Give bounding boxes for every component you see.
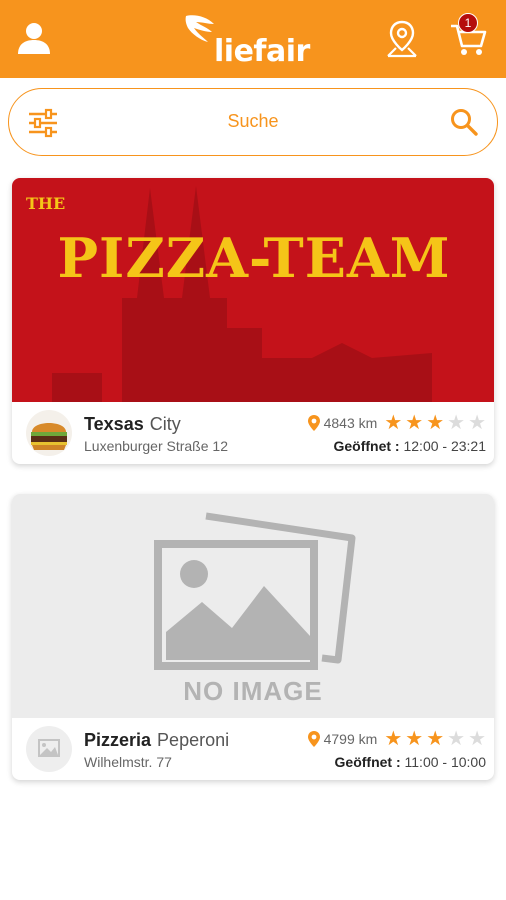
opening-hours: Geöffnet : 12:00 - 23:21 <box>333 438 486 454</box>
location-pin-icon <box>307 415 320 431</box>
distance-text: 4799 km <box>323 731 378 747</box>
star-icon-filled: ★ <box>384 728 403 750</box>
distance-rating-row: 4799 km ★ ★ ★ ★ ★ <box>307 729 486 749</box>
top-app-bar: liefair 1 <box>0 0 506 78</box>
cathedral-silhouette <box>52 186 432 402</box>
restaurant-name-light: City <box>149 414 181 434</box>
star-icon-empty: ★ <box>447 728 466 750</box>
restaurant-address: Luxenburger Straße 12 <box>84 438 228 454</box>
distance-text: 4843 km <box>323 415 378 431</box>
filter-button[interactable] <box>27 107 59 139</box>
star-icon-filled: ★ <box>405 412 424 434</box>
restaurant-banner: NO IMAGE <box>12 494 494 718</box>
hours-value: 12:00 - 23:21 <box>403 438 486 454</box>
star-icon-filled: ★ <box>405 728 424 750</box>
brand-logo: liefair <box>180 10 330 70</box>
restaurant-card[interactable]: THE PIZZA-TEAM Texsas City Luxenburger St… <box>12 178 494 464</box>
no-image-label: NO IMAGE <box>183 676 323 706</box>
location-button[interactable] <box>384 18 420 60</box>
star-icon-filled: ★ <box>426 728 445 750</box>
user-icon <box>18 23 50 54</box>
restaurant-thumbnail <box>26 410 72 456</box>
star-icon-filled: ★ <box>384 412 403 434</box>
banner-title-small: THE <box>26 194 66 213</box>
restaurant-name-light: Peperoni <box>157 730 230 750</box>
search-button[interactable] <box>449 107 479 137</box>
star-icon-empty: ★ <box>468 728 486 750</box>
star-icon-filled: ★ <box>426 412 445 434</box>
restaurant-thumbnail <box>26 726 72 772</box>
restaurant-banner: THE PIZZA-TEAM <box>12 178 494 402</box>
user-profile-button[interactable] <box>14 18 54 58</box>
burger-icon <box>26 410 72 456</box>
star-icon-empty: ★ <box>447 412 466 434</box>
search-icon <box>451 109 478 136</box>
restaurant-name: Pizzeria Peperoni <box>84 730 229 751</box>
cart-count-badge: 1 <box>458 13 478 33</box>
restaurant-info: Texsas City Luxenburger Straße 12 4843 km… <box>12 402 494 464</box>
restaurant-name: Texsas City <box>84 414 181 435</box>
restaurant-info: Pizzeria Peperoni Wilhelmstr. 77 4799 km … <box>12 718 494 780</box>
map-pin-icon <box>387 20 417 58</box>
hours-value: 11:00 - 10:00 <box>404 754 486 770</box>
sliders-icon <box>29 108 57 138</box>
search-bar: Suche <box>8 88 498 156</box>
opening-hours: Geöffnet : 11:00 - 10:00 <box>335 754 486 770</box>
star-icon-empty: ★ <box>468 412 486 434</box>
hours-label: Geöffnet : <box>334 754 401 770</box>
image-placeholder-icon <box>26 726 72 772</box>
banner-title-main: PIZZA-TEAM <box>57 226 451 290</box>
restaurant-name-bold: Pizzeria <box>84 730 152 750</box>
restaurant-address: Wilhelmstr. 77 <box>84 754 172 770</box>
restaurant-card[interactable]: NO IMAGE Pizzeria Peperoni Wilhelmstr. 77… <box>12 494 494 780</box>
distance-rating-row: 4843 km ★ ★ ★ ★ ★ <box>307 413 486 433</box>
restaurant-name-bold: Texsas <box>84 414 144 434</box>
hours-label: Geöffnet : <box>333 438 400 454</box>
restaurant-meta: 4843 km ★ ★ ★ ★ ★ Geöffnet : 12:00 - 23:… <box>286 413 486 457</box>
location-pin-icon <box>307 731 320 747</box>
restaurant-meta: 4799 km ★ ★ ★ ★ ★ Geöffnet : 11:00 - 10:… <box>286 729 486 773</box>
brand-name: liefair <box>214 34 310 69</box>
search-input[interactable]: Suche <box>89 111 417 132</box>
